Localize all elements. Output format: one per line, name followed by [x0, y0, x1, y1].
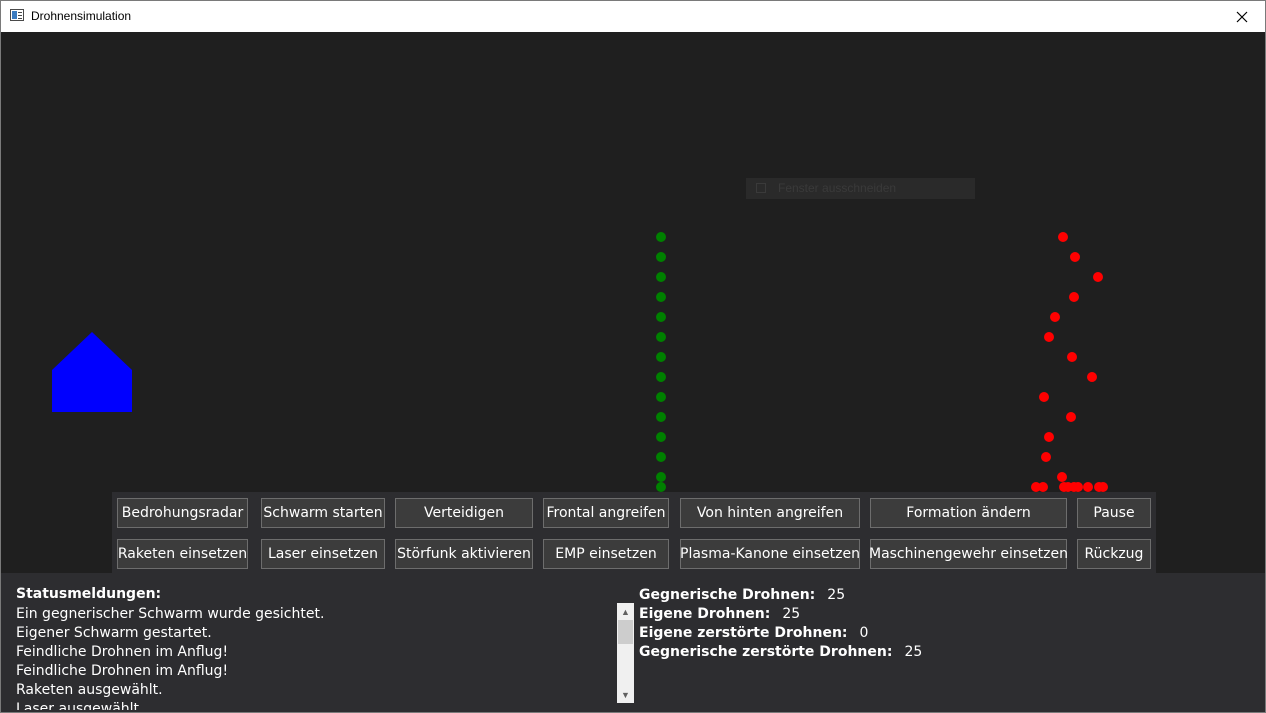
own-drone: [656, 352, 666, 362]
app-window: Drohnensimulation Fenster ausschneiden B…: [0, 0, 1266, 713]
stat-label: Eigene zerstörte Drohnen:: [639, 625, 848, 641]
stat-own-destroyed: Eigene zerstörte Drohnen: 0: [639, 624, 922, 643]
title-bar[interactable]: Drohnensimulation: [1, 1, 1265, 32]
enemy-drone: [1044, 332, 1054, 342]
pause-button[interactable]: Pause: [1077, 498, 1151, 528]
machine-gun-button[interactable]: Maschinengewehr einsetzen: [869, 539, 1068, 569]
enemy-drone: [1070, 252, 1080, 262]
stat-label: Eigene Drohnen:: [639, 606, 771, 622]
status-message: Raketen ausgewählt.: [16, 682, 163, 698]
own-drone: [656, 482, 666, 492]
own-drone: [656, 232, 666, 242]
stat-value: 0: [859, 625, 869, 641]
stat-value: 25: [904, 644, 923, 660]
close-button[interactable]: [1219, 1, 1265, 32]
enemy-drone: [1066, 412, 1076, 422]
stat-label: Gegnerische zerstörte Drohnen:: [639, 644, 893, 660]
own-drone: [656, 272, 666, 282]
status-message: Eigener Schwarm gestartet.: [16, 625, 212, 641]
enemy-drone: [1087, 372, 1097, 382]
own-drone: [656, 332, 666, 342]
emp-button[interactable]: EMP einsetzen: [543, 539, 669, 569]
status-message: Laser ausgewählt.: [16, 701, 144, 710]
change-formation-button[interactable]: Formation ändern: [870, 498, 1067, 528]
laser-button[interactable]: Laser einsetzen: [261, 539, 385, 569]
stat-own-drones: Eigene Drohnen: 25: [639, 605, 922, 624]
retreat-button[interactable]: Rückzug: [1077, 539, 1151, 569]
defend-button[interactable]: Verteidigen: [395, 498, 533, 528]
enemy-drone: [1044, 432, 1054, 442]
status-message: Feindliche Drohnen im Anflug!: [16, 663, 229, 679]
own-drone: [656, 372, 666, 382]
enemy-drone: [1038, 482, 1048, 492]
home-base: [52, 332, 132, 412]
scroll-thumb[interactable]: [618, 620, 633, 644]
threat-radar-button[interactable]: Bedrohungsradar: [117, 498, 248, 528]
enemy-drone: [1093, 272, 1103, 282]
stat-enemy-drones: Gegnerische Drohnen: 25: [639, 586, 922, 605]
command-panel: Bedrohungsradar Schwarm starten Verteidi…: [112, 492, 1156, 573]
window-title: Drohnensimulation: [31, 9, 132, 23]
status-heading: Statusmeldungen:: [16, 586, 162, 602]
own-drone: [656, 292, 666, 302]
start-swarm-button[interactable]: Schwarm starten: [261, 498, 385, 528]
rear-attack-button[interactable]: Von hinten angreifen: [680, 498, 860, 528]
stat-value: 25: [827, 587, 846, 603]
status-message-list[interactable]: Ein gegnerischer Schwarm wurde gesichtet…: [16, 605, 616, 710]
enemy-drone: [1069, 292, 1079, 302]
stat-enemy-destroyed: Gegnerische zerstörte Drohnen: 25: [639, 643, 922, 662]
drone-stats: Gegnerische Drohnen: 25 Eigene Drohnen: 25…: [639, 586, 922, 662]
own-drone: [656, 252, 666, 262]
status-message: Feindliche Drohnen im Anflug!: [16, 644, 229, 660]
stat-value: 25: [782, 606, 801, 622]
enemy-drone: [1050, 312, 1060, 322]
app-window-icon: [10, 9, 24, 21]
own-drone: [656, 452, 666, 462]
enemy-drone: [1073, 482, 1083, 492]
close-icon: [1236, 11, 1248, 22]
own-drone: [656, 412, 666, 422]
snip-tooltip: Fenster ausschneiden: [746, 178, 975, 199]
frontal-attack-button[interactable]: Frontal angreifen: [543, 498, 669, 528]
snip-icon: [756, 183, 766, 193]
stat-label: Gegnerische Drohnen:: [639, 587, 816, 603]
jamming-button[interactable]: Störfunk aktivieren: [395, 539, 533, 569]
missiles-button[interactable]: Raketen einsetzen: [117, 539, 248, 569]
own-drone: [656, 472, 666, 482]
status-message: Ein gegnerischer Schwarm wurde gesichtet…: [16, 606, 325, 622]
enemy-drone: [1083, 482, 1093, 492]
scroll-down-icon[interactable]: ▼: [617, 686, 634, 703]
enemy-drone: [1067, 352, 1077, 362]
own-drone: [656, 312, 666, 322]
status-scrollbar[interactable]: ▲ ▼: [617, 603, 634, 703]
enemy-drone: [1058, 232, 1068, 242]
scroll-up-icon[interactable]: ▲: [617, 603, 634, 620]
enemy-drone: [1039, 392, 1049, 402]
enemy-drone: [1098, 482, 1108, 492]
status-panel: Statusmeldungen: Ein gegnerischer Schwar…: [1, 573, 1265, 712]
enemy-drone: [1041, 452, 1051, 462]
own-drone: [656, 392, 666, 402]
tooltip-text: Fenster ausschneiden: [778, 181, 897, 195]
plasma-cannon-button[interactable]: Plasma-Kanone einsetzen: [680, 539, 860, 569]
own-drone: [656, 432, 666, 442]
enemy-drone: [1057, 472, 1067, 482]
